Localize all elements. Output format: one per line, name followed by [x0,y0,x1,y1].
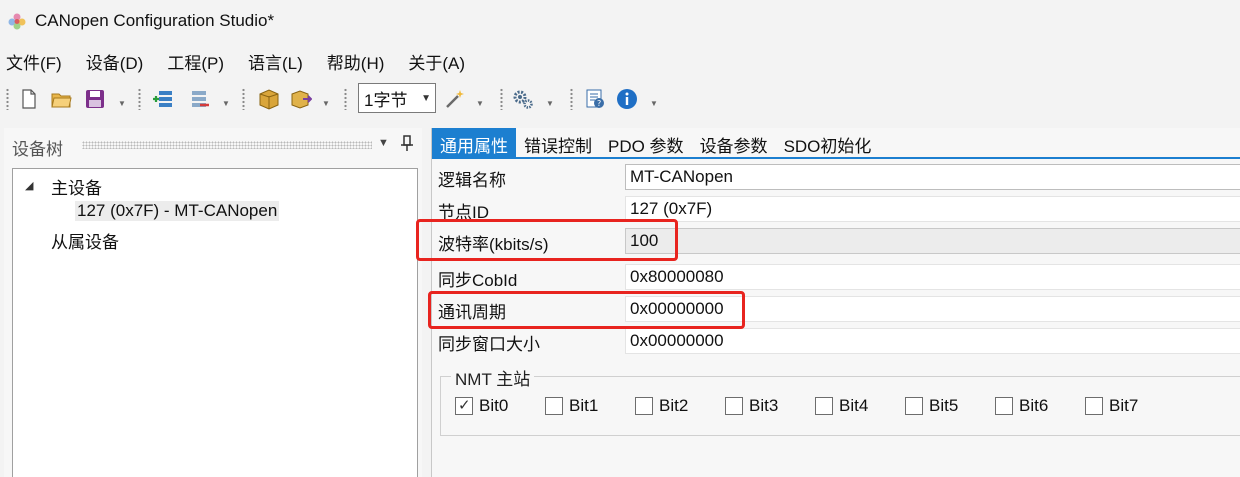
panel-title: 设备树 [12,140,63,159]
info-icon[interactable] [616,88,638,110]
property-row-sync-cobid: 同步CobId 0x80000080 [432,261,1240,293]
expand-triangle-icon[interactable]: ◢ [25,179,33,192]
device-tree-panel: 设备树 ▼ ◢ 主设备 127 (0x7F) - MT-CANopen 从属设备 [4,128,422,477]
property-label: 逻辑名称 [438,171,506,190]
checkbox-label: Bit0 [479,396,509,415]
magic-wand-icon[interactable] [444,88,466,110]
chevron-down-icon[interactable]: ▼ [650,99,658,109]
toolbar-grip[interactable] [242,88,245,110]
menu-help[interactable]: 帮助(H) [320,49,392,74]
chevron-down-icon[interactable]: ▼ [222,99,230,109]
tree-node-master-device[interactable]: 127 (0x7F) - MT-CANopen [75,201,280,221]
new-file-icon[interactable] [18,88,40,110]
bit5-checkbox[interactable]: Bit5 [905,394,958,418]
checkbox-label: Bit5 [929,396,959,415]
chevron-down-icon: ▼ [421,93,431,104]
toolbar: ▼ ▼ ▼ ▼ ▼ ? ▼ [0,82,1240,116]
property-row-sync-window: 同步窗口大小 0x00000000 [432,325,1240,357]
nmt-master-group: NMT 主站 ✓ Bit0 Bit1 Bit2 Bit3 Bit4 Bit5 B… [440,365,1240,436]
flower-logo-icon [8,13,26,30]
bit6-checkbox[interactable]: Bit6 [995,394,1048,418]
package-icon[interactable] [258,88,280,110]
checkbox-box[interactable] [995,397,1013,415]
baud-rate-field[interactable]: 100 [625,228,1240,254]
property-row-logical-name: 逻辑名称 MT-CANopen [432,161,1240,193]
bit7-checkbox[interactable]: Bit7 [1085,394,1138,418]
menu-device[interactable]: 设备(D) [79,49,151,74]
sync-window-field[interactable]: 0x00000000 [625,328,1240,354]
tab-pdo[interactable]: PDO 参数 [600,128,692,157]
add-device-icon[interactable] [152,88,174,110]
checkbox-label: Bit6 [1019,396,1049,415]
window-title: CANopen Configuration Studio* [35,11,275,30]
chevron-down-icon[interactable]: ▼ [322,99,330,109]
toolbar-grip[interactable] [344,88,347,110]
menu-about[interactable]: 关于(A) [401,49,472,74]
checkmark-icon: ✓ [458,397,471,414]
byte-size-value: 1字节 [364,90,408,110]
bit0-checkbox[interactable]: ✓ Bit0 [455,394,508,418]
tab-error-control[interactable]: 错误控制 [516,128,600,157]
panel-header: 设备树 ▼ [4,128,422,160]
chevron-down-icon[interactable]: ▼ [476,99,484,109]
chevron-down-icon[interactable]: ▼ [378,137,389,149]
logical-name-field[interactable]: MT-CANopen [625,164,1240,190]
menu-project[interactable]: 工程(P) [160,49,231,74]
sync-cobid-field[interactable]: 0x80000080 [625,264,1240,290]
checkbox-box[interactable]: ✓ [455,397,473,415]
tree-node-slaves[interactable]: 从属设备 [51,228,119,253]
menu-file[interactable]: 文件(F) [0,49,69,74]
help-file-icon[interactable]: ? [584,88,606,110]
checkbox-label: Bit7 [1109,396,1139,415]
bit4-checkbox[interactable]: Bit4 [815,394,868,418]
property-label: 同步窗口大小 [438,335,540,354]
checkbox-label: Bit2 [659,396,689,415]
open-folder-icon[interactable] [50,88,72,110]
tab-general[interactable]: 通用属性 [432,128,516,157]
toolbar-grip[interactable] [138,88,141,110]
tab-underline [432,157,1240,159]
byte-size-select[interactable]: 1字节 ▼ [358,83,436,113]
bit2-checkbox[interactable]: Bit2 [635,394,688,418]
tree-node-master[interactable]: 主设备 [51,174,102,199]
checkbox-box[interactable] [635,397,653,415]
annotation-highlight-comm-cycle [428,291,745,329]
checkbox-label: Bit1 [569,396,599,415]
property-label: 同步CobId [438,271,518,290]
title-bar: CANopen Configuration Studio* [0,0,1240,42]
checkbox-box[interactable] [545,397,563,415]
checkbox-box[interactable] [815,397,833,415]
chevron-down-icon[interactable]: ▼ [546,99,554,109]
toolbar-grip[interactable] [6,88,9,110]
settings-gears-icon[interactable] [512,88,534,110]
node-id-field[interactable]: 127 (0x7F) [625,196,1240,222]
remove-device-icon[interactable] [188,88,210,110]
menu-language[interactable]: 语言(L) [241,49,310,74]
pin-icon[interactable] [396,132,418,154]
checkbox-box[interactable] [905,397,923,415]
device-tree: ◢ 主设备 127 (0x7F) - MT-CANopen 从属设备 [12,168,418,477]
annotation-highlight-baud-rate [416,219,678,261]
panel-drag-handle[interactable] [82,141,372,149]
checkbox-label: Bit4 [839,396,869,415]
bit3-checkbox[interactable]: Bit3 [725,394,778,418]
tab-bar: 通用属性 错误控制 PDO 参数 设备参数 SDO初始化 [432,128,1240,157]
tab-device-params[interactable]: 设备参数 [692,128,776,157]
menu-bar: 文件(F) 设备(D) 工程(P) 语言(L) 帮助(H) 关于(A) [0,46,482,76]
checkbox-label: Bit3 [749,396,779,415]
tab-sdo-init[interactable]: SDO初始化 [776,128,880,157]
group-title: NMT 主站 [451,365,535,390]
export-icon[interactable] [290,88,312,110]
checkbox-box[interactable] [725,397,743,415]
chevron-down-icon[interactable]: ▼ [118,99,126,109]
svg-text:?: ? [597,99,601,108]
toolbar-grip[interactable] [500,88,503,110]
toolbar-grip[interactable] [570,88,573,110]
bit1-checkbox[interactable]: Bit1 [545,394,598,418]
checkbox-box[interactable] [1085,397,1103,415]
save-icon[interactable] [84,88,106,110]
